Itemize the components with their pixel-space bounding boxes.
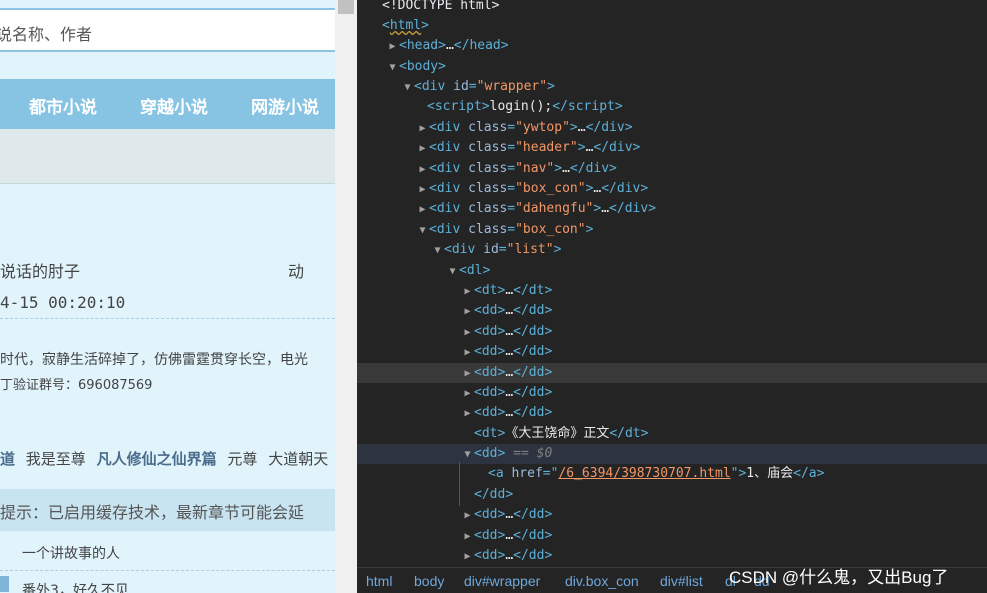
- recommend-prefix[interactable]: 道: [0, 450, 15, 468]
- expand-arrow-icon[interactable]: ▶: [416, 160, 429, 180]
- dom-node-dd[interactable]: ▶ <dd>…</dd>: [357, 322, 987, 342]
- update-time: 4-15 00:20:10: [0, 293, 126, 312]
- dom-node-div-list[interactable]: ▼ <div id="list">: [357, 240, 987, 260]
- recommend-link[interactable]: 我是至尊: [26, 450, 86, 468]
- breadcrumb-item[interactable]: body: [414, 573, 444, 589]
- book-author: 说话的肘子: [0, 262, 81, 281]
- expand-arrow-icon[interactable]: ▶: [461, 404, 474, 424]
- expand-arrow-icon[interactable]: ▶: [461, 343, 474, 363]
- bullet-marker: [0, 576, 9, 592]
- chapter-link[interactable]: 一个讲故事的人: [22, 543, 120, 563]
- dom-node-div-nav[interactable]: ▶ <div class="nav">…</div>: [357, 159, 987, 179]
- collapse-arrow-icon[interactable]: ▼: [446, 262, 459, 282]
- category-nav: 都市小说 穿越小说 网游小说: [0, 79, 335, 129]
- book-intro-line2: 丁验证群号：696087569: [0, 378, 153, 393]
- dom-node-dt-text[interactable]: <dt>《大王饶命》正文</dt>: [357, 424, 987, 444]
- divider: [0, 570, 335, 571]
- divider: [0, 318, 335, 319]
- breadcrumb-item[interactable]: div.box_con: [565, 573, 639, 589]
- collapse-arrow-icon[interactable]: ▼: [386, 58, 399, 78]
- expand-arrow-icon[interactable]: ▶: [461, 527, 474, 547]
- dom-node-body[interactable]: ▼ <body>: [357, 57, 987, 77]
- devtools-elements-panel: <!DOCTYPE html> <html> ▶ <head>…</head> ▼…: [357, 0, 987, 593]
- expand-arrow-icon[interactable]: ▶: [461, 506, 474, 526]
- banner-strip: [0, 129, 335, 184]
- dom-node-dd[interactable]: ▶ <dd>…</dd>: [357, 526, 987, 546]
- cache-notice: 提示：已启用缓存技术，最新章节可能会延: [0, 489, 335, 531]
- expand-arrow-icon[interactable]: ▶: [461, 302, 474, 322]
- nav-item-time-travel[interactable]: 穿越小说: [140, 93, 208, 118]
- collapse-arrow-icon[interactable]: ▼: [416, 221, 429, 241]
- nav-item-urban[interactable]: 都市小说: [29, 93, 97, 118]
- recommend-link[interactable]: 凡人修仙之仙界篇: [97, 450, 217, 468]
- dom-node-div-ywtop[interactable]: ▶ <div class="ywtop">…</div>: [357, 118, 987, 138]
- expand-arrow-icon[interactable]: ▶: [461, 384, 474, 404]
- recommend-link[interactable]: 大道朝天: [268, 450, 328, 468]
- book-intro-line1: 时代，寂静生活碎掉了，仿佛雷霆贯穿长空，电光: [0, 352, 308, 368]
- dom-node-div-dahengfu[interactable]: ▶ <div class="dahengfu">…</div>: [357, 199, 987, 219]
- dom-node-dd[interactable]: ▶ <dd>…</dd>: [357, 383, 987, 403]
- dom-node-div-box-con-open[interactable]: ▼ <div class="box_con">: [357, 220, 987, 240]
- dom-node-div-box-con[interactable]: ▶ <div class="box_con">…</div>: [357, 179, 987, 199]
- expand-arrow-icon[interactable]: ▶: [416, 139, 429, 159]
- expand-arrow-icon[interactable]: ▶: [461, 364, 474, 384]
- recommend-link[interactable]: 元尊: [227, 450, 257, 468]
- dom-node-dd[interactable]: ▶ <dd>…</dd>: [357, 342, 987, 362]
- expand-arrow-icon[interactable]: ▶: [461, 282, 474, 302]
- expand-arrow-icon[interactable]: ▶: [416, 119, 429, 139]
- dom-node-dd[interactable]: ▶ <dd>…</dd>: [357, 403, 987, 423]
- breadcrumb-item[interactable]: div#wrapper: [464, 573, 540, 589]
- nav-item-online-game[interactable]: 网游小说: [251, 93, 319, 118]
- dom-node-html[interactable]: <html>: [357, 16, 987, 36]
- dom-node-script[interactable]: <script>login();</script>: [357, 97, 987, 117]
- breadcrumb-item[interactable]: div#list: [660, 573, 703, 589]
- dom-node-dd[interactable]: ▶ <dd>…</dd>: [357, 505, 987, 525]
- collapse-arrow-icon[interactable]: ▼: [401, 78, 414, 98]
- dom-node-dd[interactable]: ▶ <dd>…</dd>: [357, 301, 987, 321]
- expand-arrow-icon[interactable]: ▶: [416, 200, 429, 220]
- collapse-arrow-icon[interactable]: ▼: [461, 445, 474, 465]
- expand-arrow-icon[interactable]: ▶: [386, 37, 399, 57]
- cache-notice-text: 提示：已启用缓存技术，最新章节可能会延: [0, 503, 305, 522]
- scrollbar-thumb[interactable]: [338, 0, 354, 14]
- dom-node-head[interactable]: ▶ <head>…</head>: [357, 36, 987, 56]
- chapter-link[interactable]: 番外3，好久不见: [22, 580, 129, 593]
- breadcrumb-item[interactable]: html: [366, 573, 392, 589]
- dom-node-dd-selected[interactable]: ▼ <dd> == $0: [357, 444, 987, 464]
- search-input[interactable]: 说名称、作者: [0, 8, 335, 52]
- dom-node-dd-hovered[interactable]: ▶ <dd>…</dd>: [357, 363, 987, 383]
- search-placeholder: 说名称、作者: [0, 25, 93, 44]
- author-trail-text: 动: [288, 262, 305, 281]
- watermark: CSDN @什么鬼，又出Bug了: [729, 568, 949, 587]
- dom-node-doctype[interactable]: <!DOCTYPE html>: [357, 0, 987, 16]
- dom-node-dd-close[interactable]: </dd>: [357, 485, 987, 505]
- page-scrollbar[interactable]: [335, 0, 357, 593]
- web-page-viewport: 说名称、作者 都市小说 穿越小说 网游小说 说话的肘子 动 4-15 00:20…: [0, 0, 335, 593]
- dom-node-anchor[interactable]: <a href="/6_6394/398730707.html">1、庙会</a…: [357, 464, 987, 484]
- dom-node-dt[interactable]: ▶ <dt>…</dt>: [357, 281, 987, 301]
- expand-arrow-icon[interactable]: ▶: [461, 547, 474, 567]
- expand-arrow-icon[interactable]: ▶: [416, 180, 429, 200]
- recommend-row: 道 我是至尊 凡人修仙之仙界篇 元尊 大道朝天 大: [0, 448, 335, 469]
- dom-node-div-header[interactable]: ▶ <div class="header">…</div>: [357, 138, 987, 158]
- dom-node-div-wrapper[interactable]: ▼ <div id="wrapper">: [357, 77, 987, 97]
- dom-node-dl[interactable]: ▼ <dl>: [357, 261, 987, 281]
- collapse-arrow-icon[interactable]: ▼: [431, 241, 444, 261]
- expand-arrow-icon[interactable]: ▶: [461, 323, 474, 343]
